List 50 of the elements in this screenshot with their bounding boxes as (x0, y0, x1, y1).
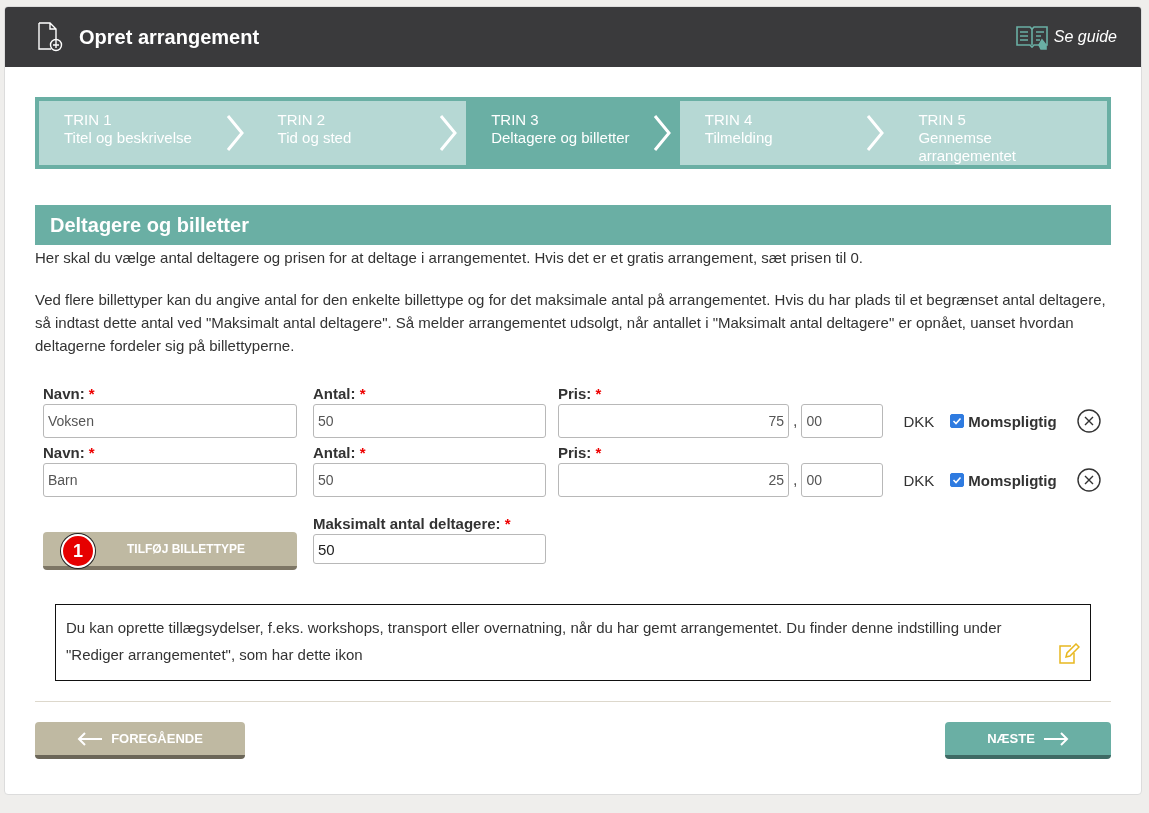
checkmark-icon (952, 416, 963, 426)
decimal-separator: , (793, 471, 798, 489)
required-mark: * (595, 385, 602, 402)
decimals-input[interactable]: 00 (801, 463, 884, 497)
name-input[interactable]: Barn (43, 463, 297, 497)
checkbox-label: Momspligtig (968, 471, 1057, 489)
count-input[interactable]: 50 (313, 404, 546, 438)
price-input[interactable]: 75 (558, 404, 789, 438)
field-label: Pris: (558, 385, 592, 402)
page-title: Opret arrangement (79, 25, 260, 49)
field-label: Maksimalt antal deltagere: (313, 515, 501, 532)
chevron-right-icon (651, 114, 672, 152)
arrow-left-icon (77, 731, 104, 746)
field-label: Navn: (43, 385, 85, 402)
vat-checkbox[interactable] (950, 414, 965, 428)
required-mark: * (359, 385, 366, 402)
field-label: Navn: (43, 444, 85, 461)
remove-icon[interactable] (1076, 409, 1101, 433)
arrow-right-icon (1042, 731, 1069, 746)
checkbox-label: Momspligtig (968, 412, 1057, 430)
currency-label: DKK (903, 471, 935, 489)
required-mark: * (595, 444, 602, 461)
edit-icon (1058, 643, 1080, 665)
intro-text: Her skal du vælge antal deltagere og prisen for at deltage i arrangementet. Hvis det er et gratis arrangement, sæt prisen til 0. (35, 249, 864, 266)
field-label: Antal: (313, 385, 356, 402)
remove-icon[interactable] (1076, 468, 1101, 492)
max-participants-input[interactable]: 50 (313, 534, 546, 564)
required-mark: * (359, 444, 366, 461)
required-mark: * (88, 385, 95, 402)
decimals-input[interactable]: 00 (801, 404, 884, 438)
field-label: Pris: (558, 444, 592, 461)
section-heading: Deltagere og billetter (35, 205, 1111, 245)
required-mark: * (504, 515, 511, 532)
name-input[interactable]: Voksen (43, 404, 297, 438)
guide-link[interactable]: Se guide (1015, 24, 1117, 50)
chevron-right-icon (438, 114, 459, 152)
price-input[interactable]: 25 (558, 463, 789, 497)
field-label: Antal: (313, 444, 356, 461)
required-mark: * (88, 444, 95, 461)
currency-label: DKK (903, 412, 935, 430)
info-text: Du kan oprette tillægsydelser, f.eks. workshops, transport eller overnatning, når du har gemt arrangementet. Du finder denne indstilling under "Rediger arrangementet", som har dette ikon (66, 618, 1003, 665)
vat-checkbox[interactable] (950, 473, 965, 487)
chevron-right-icon (224, 114, 245, 152)
checkmark-icon (952, 475, 963, 485)
description-text: Ved flere billettyper kan du angive antal for den enkelte billettype og for det maksimale antal på arrangementet. Hvis du har plads til et begrænset antal deltagere, så indtast dette antal ved "Maksimalt antal deltagere". Så melder arrangementet udsolgt, når antallet i "Maksimalt antal deltagere" er opnået, uanset hvordan deltagerne fordeler sig på billettyperne. (35, 290, 1107, 356)
chevron-right-icon (865, 114, 886, 152)
new-document-icon (37, 22, 63, 52)
book-icon (1015, 24, 1048, 50)
decimal-separator: , (793, 412, 798, 430)
count-input[interactable]: 50 (313, 463, 546, 497)
